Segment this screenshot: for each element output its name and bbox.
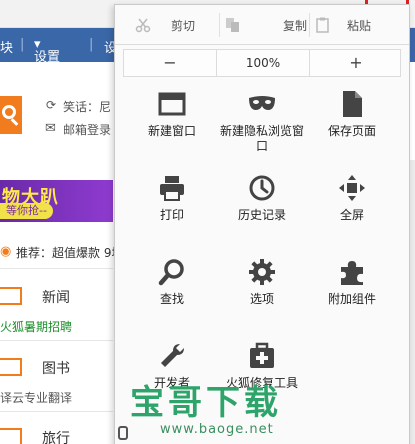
nav-item-settings[interactable]: 设置 ▾ — [34, 37, 60, 65]
fullscreen-label: 全屏 — [339, 208, 364, 222]
options-gear-icon — [249, 259, 275, 285]
category-books-link[interactable]: 译云专业翻译 — [0, 389, 72, 406]
save-page-icon — [343, 91, 362, 117]
private-mask-icon — [249, 96, 275, 110]
new-window-button[interactable]: 新建窗口 — [127, 90, 217, 170]
paste-label: 粘贴 — [347, 19, 372, 33]
scissors-icon — [135, 18, 151, 33]
private-window-label: 新建隐私浏览窗口 — [219, 124, 304, 153]
zoom-in-button[interactable]: + — [310, 50, 402, 76]
nav-separator: | — [20, 37, 25, 52]
promo-text[interactable]: 推荐：超值爆款 9块 — [16, 244, 123, 261]
banner-pill: 等你抢-- — [0, 203, 53, 219]
new-window-icon — [158, 92, 186, 116]
save-page-button[interactable]: 保存页面 — [307, 90, 397, 170]
zoom-out-button[interactable]: − — [124, 50, 216, 76]
options-label: 选项 — [249, 292, 274, 306]
divider — [0, 411, 113, 412]
zoom-controls: − 100% + — [123, 49, 401, 77]
category-travel[interactable]: 旅行 — [42, 428, 70, 444]
history-label: 历史记录 — [237, 208, 286, 222]
copy-button[interactable]: 复制 — [225, 13, 315, 37]
find-label: 查找 — [159, 292, 184, 306]
nav-item[interactable]: 块 — [0, 37, 13, 56]
zoom-reset-button[interactable]: 100% — [216, 50, 310, 76]
repair-kit-icon — [250, 342, 274, 368]
book-icon — [0, 358, 22, 376]
copy-icon — [226, 18, 239, 32]
paste-button[interactable]: 粘贴 — [315, 13, 405, 37]
search-button[interactable] — [0, 96, 22, 134]
promo-banner[interactable]: 物大趴 等你抢-- — [0, 180, 113, 222]
cut-label: 剪切 — [171, 19, 196, 33]
find-button[interactable]: 查找 — [127, 258, 217, 338]
category-news-link[interactable]: 火狐暑期招聘 — [0, 318, 72, 335]
search-hint-text[interactable]: 笑话：尼 — [63, 98, 111, 115]
bottom-icon — [118, 426, 128, 440]
clipboard-icon — [316, 17, 329, 33]
mail-icon: ✉ — [45, 121, 56, 136]
private-window-button[interactable]: 新建隐私浏览窗口 — [217, 90, 307, 170]
addons-puzzle-icon — [341, 261, 363, 285]
save-page-label: 保存页面 — [327, 124, 376, 138]
refresh-icon[interactable]: ⟳ — [46, 98, 56, 112]
browser-menu-panel: 剪切 复制 粘贴 − 100% + 新建窗口 新建隐私浏览窗口 保存页面 打印 … — [114, 4, 410, 444]
developer-wrench-icon — [161, 344, 184, 367]
watermark-title: 宝哥下载 — [130, 383, 282, 423]
mail-login-link[interactable]: 邮箱登录 — [63, 121, 111, 138]
new-window-label: 新建窗口 — [147, 124, 196, 138]
category-news[interactable]: 新闻 — [42, 287, 70, 307]
search-icon — [2, 105, 16, 119]
print-label: 打印 — [159, 208, 184, 222]
cut-button[interactable]: 剪切 — [135, 13, 215, 37]
fullscreen-icon — [339, 175, 365, 201]
flame-icon: ◉ — [0, 244, 12, 259]
watermark-url: www.baoge.net — [160, 422, 274, 437]
divider — [0, 268, 113, 269]
divider — [0, 340, 113, 341]
print-button[interactable]: 打印 — [127, 174, 217, 254]
divider — [219, 13, 220, 37]
fullscreen-button[interactable]: 全屏 — [307, 174, 397, 254]
edit-controls: 剪切 复制 粘贴 — [115, 5, 409, 45]
category-books[interactable]: 图书 — [42, 358, 70, 378]
options-button[interactable]: 选项 — [217, 258, 307, 338]
history-clock-icon — [249, 175, 275, 201]
addons-label: 附加组件 — [327, 292, 376, 306]
watermark: 宝哥下载 www.baoge.net — [130, 383, 300, 441]
history-button[interactable]: 历史记录 — [217, 174, 307, 254]
news-icon — [0, 287, 22, 305]
addons-button[interactable]: 附加组件 — [307, 258, 397, 338]
print-icon — [160, 176, 184, 201]
find-magnifier-icon — [158, 259, 184, 286]
nav-separator: | — [89, 37, 94, 52]
search-icon-handle — [10, 118, 19, 126]
travel-icon — [0, 428, 22, 444]
copy-label: 复制 — [283, 19, 308, 33]
divider — [309, 13, 310, 37]
